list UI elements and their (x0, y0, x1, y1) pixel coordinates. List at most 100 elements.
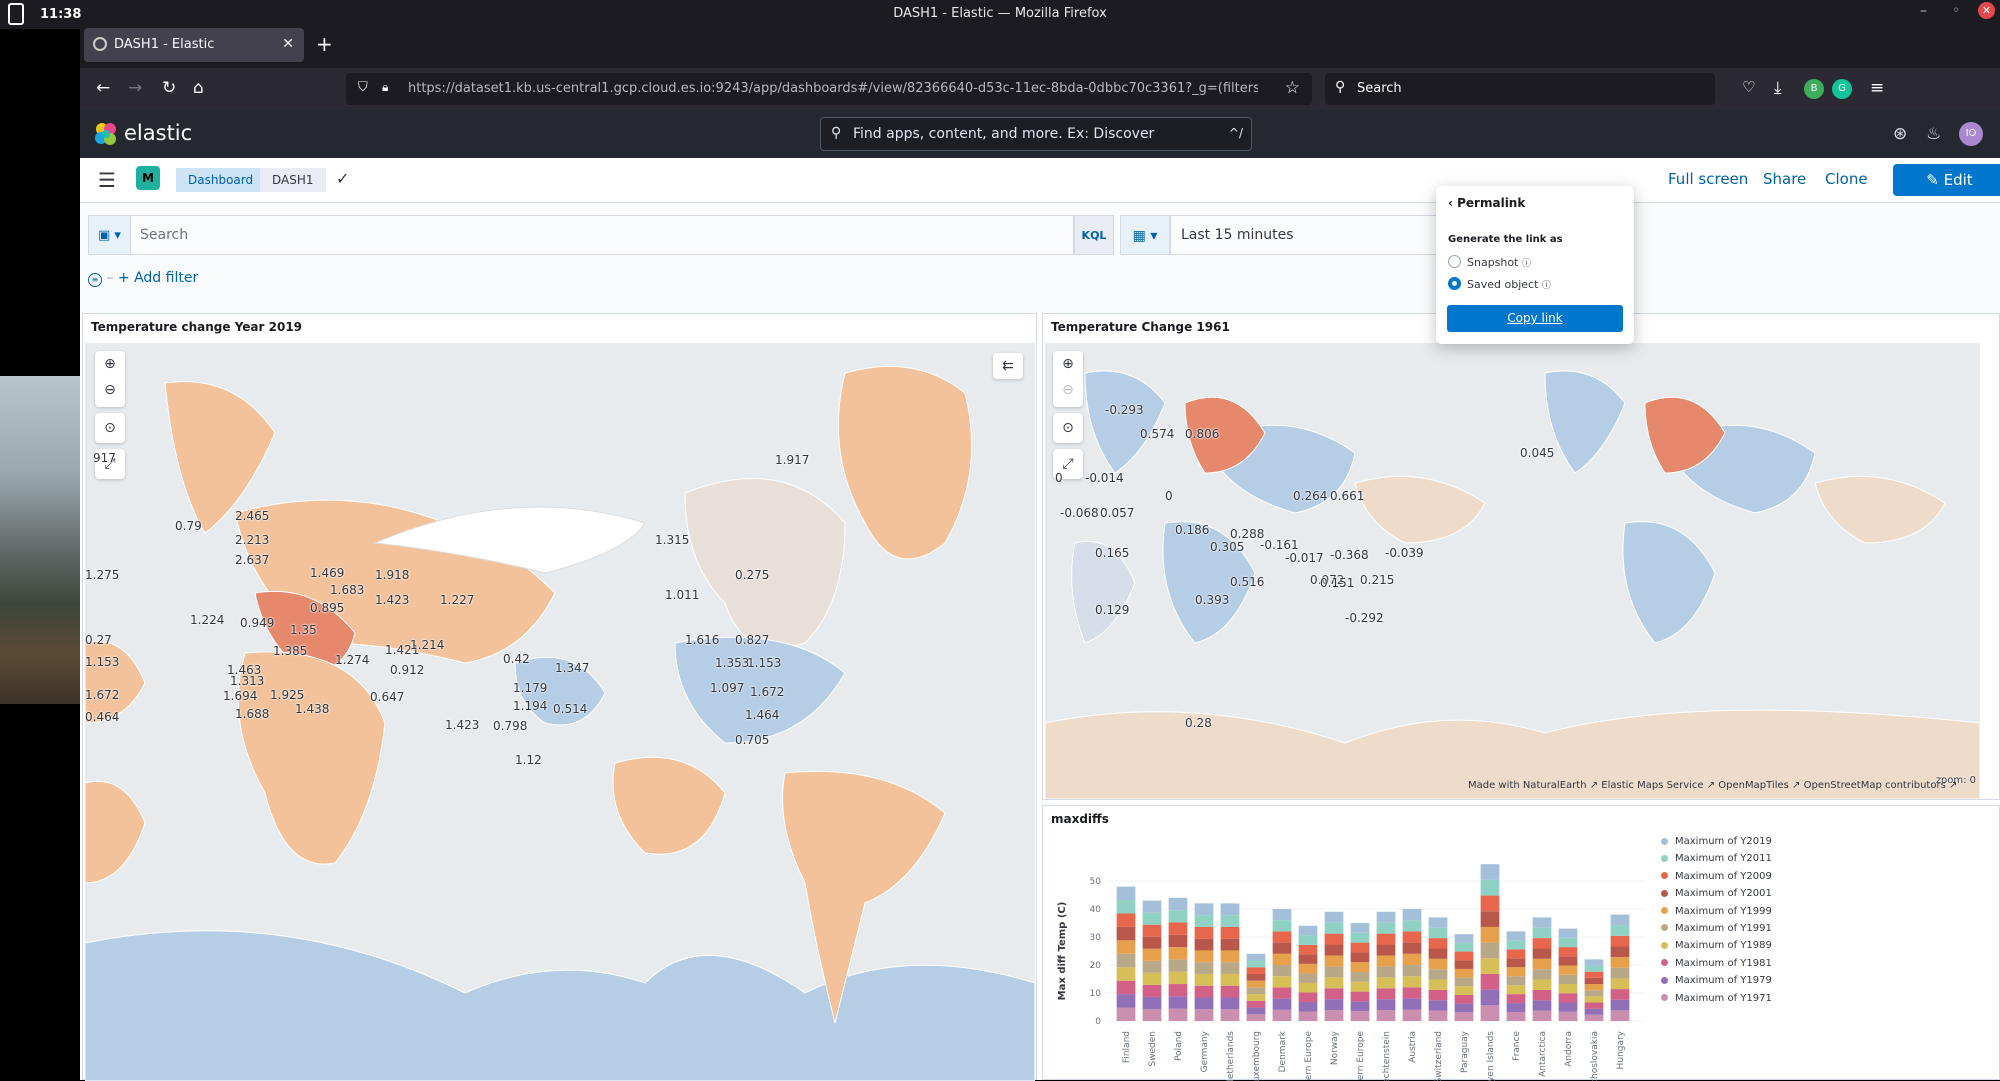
fullscreen-button[interactable]: Full screen (1668, 170, 1748, 188)
popover-header[interactable]: ‹ Permalink (1448, 196, 1525, 210)
attribution-link[interactable]: OpenStreetMap contributors (1804, 780, 1946, 791)
close-tab-icon[interactable]: ✕ (282, 36, 294, 52)
legend-item[interactable]: Maximum of Y1991 (1661, 923, 1772, 940)
bar-segment (1403, 954, 1422, 965)
legend-item[interactable]: Maximum of Y1999 (1661, 906, 1772, 923)
query-placeholder[interactable]: Search (140, 227, 188, 243)
map-value-label: 0.186 (1175, 523, 1209, 537)
saved-object-option[interactable]: Saved object ⓘ (1467, 278, 1551, 291)
minimize-icon[interactable]: – (1920, 3, 1927, 19)
snapshot-option[interactable]: Snapshot ⓘ (1467, 256, 1531, 269)
bar-segment (1377, 1010, 1396, 1021)
edit-button[interactable]: ✎ Edit (1893, 164, 2000, 196)
grammarly-icon[interactable]: G (1832, 79, 1852, 99)
bar-segment (1351, 952, 1370, 962)
share-button[interactable]: Share (1763, 170, 1806, 188)
legend-item[interactable]: Maximum of Y1971 (1661, 993, 1772, 1010)
global-search-input[interactable]: ⚲ Find apps, content, and more. Ex: Disc… (820, 117, 1252, 151)
locate-icon[interactable]: ⊙ (95, 413, 125, 443)
map-value-label: 1.275 (85, 568, 119, 582)
legend-item[interactable]: Maximum of Y2011 (1661, 853, 1772, 870)
forward-icon[interactable]: → (128, 78, 142, 98)
bar-segment (1325, 988, 1344, 999)
global-search-placeholder[interactable]: Find apps, content, and more. Ex: Discov… (853, 126, 1154, 142)
legend-item[interactable]: Maximum of Y1981 (1661, 958, 1772, 975)
bar-segment (1273, 976, 1292, 987)
elastic-logo[interactable]: elastic (94, 122, 118, 150)
browser-tab[interactable]: DASH1 - Elastic ✕ (84, 28, 304, 62)
x-tick-label: Norway (1330, 1030, 1340, 1065)
extension-icon[interactable]: B (1804, 79, 1824, 99)
home-icon[interactable]: ⌂ (193, 78, 204, 98)
map-value-label: 1.918 (375, 568, 409, 582)
space-avatar[interactable]: M (136, 166, 160, 190)
close-window-icon[interactable]: ✕ (1978, 2, 1995, 19)
map-canvas[interactable]: ⊕⊖ ⊙ ⤢ ⇇ 9171.9170.792.4652.2132.6371.46… (85, 343, 1035, 1081)
url-bar[interactable]: ⛉ 🔒︎ https://dataset1.kb.us-central1.gcp… (346, 73, 1312, 105)
bar-segment (1117, 967, 1136, 980)
filter-icon[interactable]: ≡ (88, 273, 102, 287)
bar-segment (1481, 864, 1500, 880)
chevron-down-icon[interactable]: ✓ (336, 169, 349, 188)
legend-item[interactable]: Maximum of Y2019 (1661, 836, 1772, 853)
query-input[interactable]: Search (130, 215, 1074, 255)
attribution-link[interactable]: Elastic Maps Service (1601, 780, 1703, 791)
kql-toggle[interactable]: KQL (1074, 215, 1114, 255)
bar-segment (1507, 976, 1526, 985)
menu-icon[interactable]: ≡ (1870, 78, 1884, 98)
locate-icon[interactable]: ⊙ (1053, 413, 1083, 443)
help-icon[interactable]: ⓘ (1542, 281, 1551, 291)
zoom-in-icon[interactable]: ⊕ (95, 351, 125, 377)
bar-segment (1429, 1011, 1448, 1021)
maximize-icon[interactable]: ◦ (1952, 3, 1960, 19)
map-canvas[interactable]: ⊕⊖ ⊙ ⤢ -0.2930.5740.8060.045-0.01400.264… (1045, 343, 1980, 799)
shield-icon[interactable]: ⛉ (358, 80, 368, 95)
legend-label: Maximum of Y2009 (1675, 871, 1772, 882)
map-value-label: 1.313 (230, 674, 264, 688)
help-icon[interactable]: ⓘ (1522, 259, 1531, 269)
web-search-box[interactable]: ⚲ Search (1325, 73, 1715, 105)
breadcrumb-dashboard[interactable]: Dashboard (176, 168, 265, 192)
lock-icon[interactable]: 🔒︎ (382, 80, 388, 95)
map-value-label: 1.917 (775, 453, 809, 467)
hamburger-menu-icon[interactable]: ☰ (98, 168, 116, 192)
legend-item[interactable]: Maximum of Y2001 (1661, 888, 1772, 905)
date-range-text[interactable]: Last 15 minutes (1181, 227, 1294, 243)
layer-control-icon[interactable]: ⇇ (993, 353, 1023, 379)
bar-segment (1585, 996, 1604, 1002)
reload-icon[interactable]: ↻ (162, 78, 176, 98)
newsfeed-icon[interactable]: ♨ (1926, 124, 1941, 144)
downloads-icon[interactable]: ⤓ (1774, 78, 1782, 98)
attribution-link[interactable]: Made with NaturalEarth (1468, 780, 1587, 791)
url-text[interactable]: https://dataset1.kb.us-central1.gcp.clou… (408, 81, 1258, 96)
user-avatar[interactable]: IO (1959, 122, 1983, 146)
legend-item[interactable]: Maximum of Y2009 (1661, 871, 1772, 888)
attribution-link[interactable]: OpenMapTiles (1718, 780, 1789, 791)
copy-link-button[interactable]: Copy link (1447, 305, 1623, 332)
help-icon[interactable]: ⊛ (1893, 124, 1907, 144)
snapshot-radio[interactable] (1448, 255, 1461, 268)
saved-object-radio[interactable] (1448, 277, 1461, 290)
bar-segment (1559, 966, 1578, 975)
back-icon[interactable]: ← (96, 78, 110, 98)
add-filter-button[interactable]: + Add filter (118, 270, 198, 286)
zoom-out-icon[interactable]: ⊖ (95, 377, 125, 403)
legend-item[interactable]: Maximum of Y1979 (1661, 975, 1772, 992)
clone-button[interactable]: Clone (1825, 170, 1868, 188)
map-value-label: 0 (1165, 489, 1173, 503)
web-search-placeholder[interactable]: Search (1357, 81, 1402, 96)
chevron-left-icon[interactable]: ‹ (1448, 196, 1457, 210)
bar-segment (1299, 945, 1318, 955)
map-value-label: 1.385 (273, 644, 307, 658)
legend-item[interactable]: Maximum of Y1989 (1661, 940, 1772, 957)
zoom-in-icon[interactable]: ⊕ (1053, 351, 1083, 377)
saved-query-button[interactable]: ▣ ▾ (88, 215, 130, 255)
bookmark-star-icon[interactable]: ☆ (1285, 78, 1300, 98)
bar-segment (1273, 931, 1292, 942)
calendar-icon[interactable]: ▦ ▾ (1120, 215, 1170, 255)
x-tick-label: uxembourg (1252, 1031, 1262, 1081)
pocket-icon[interactable]: ♡ (1742, 78, 1755, 96)
bar-segment (1299, 954, 1318, 964)
new-tab-icon[interactable]: + (316, 32, 333, 56)
zoom-out-icon[interactable]: ⊖ (1053, 377, 1083, 403)
